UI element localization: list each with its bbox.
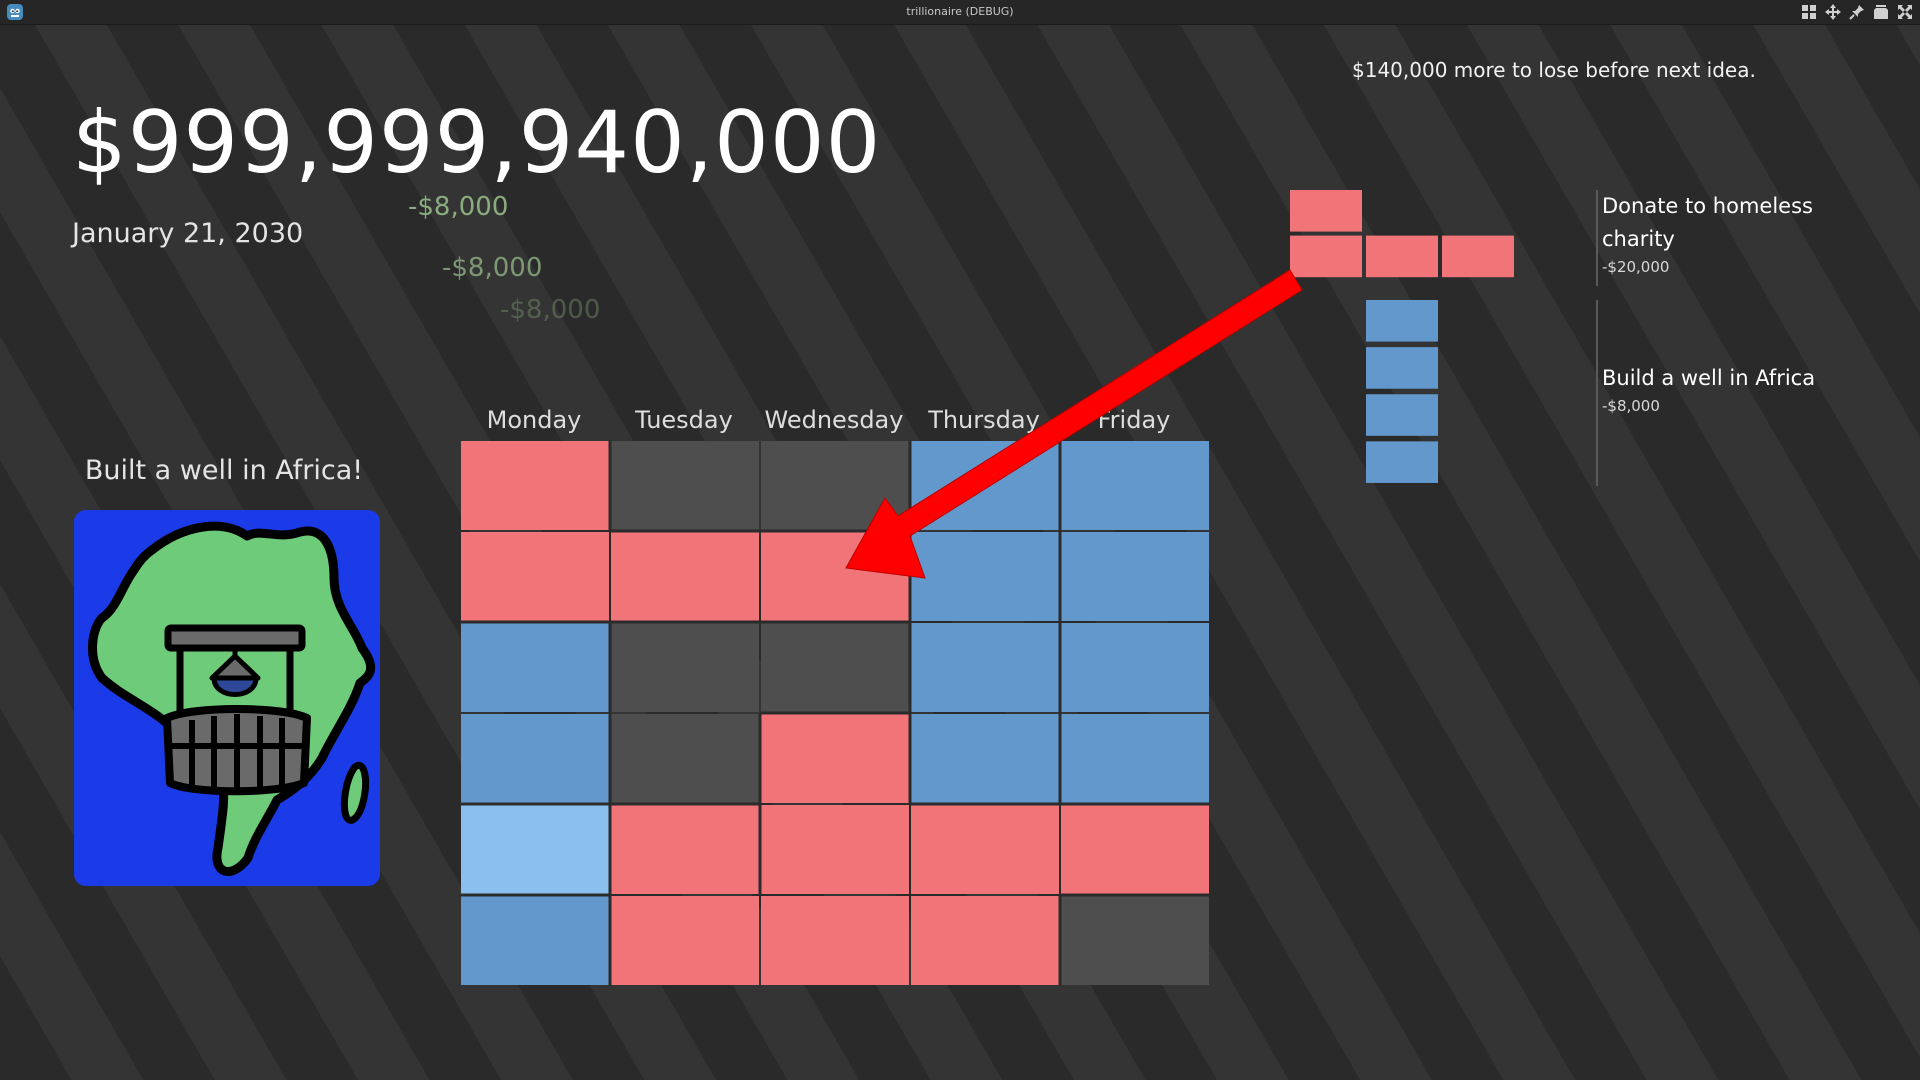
floating-loss: -$8,000 bbox=[500, 295, 601, 325]
title-bar: trillionaire (DEBUG) bbox=[0, 0, 1920, 25]
piece-block[interactable] bbox=[1366, 347, 1438, 389]
schedule-cell[interactable] bbox=[911, 441, 1059, 530]
schedule-cell[interactable] bbox=[1061, 805, 1209, 894]
piece-block[interactable] bbox=[1366, 441, 1438, 483]
layout-grid-icon[interactable] bbox=[1800, 3, 1818, 21]
schedule-cell[interactable] bbox=[761, 623, 909, 712]
option-name: Build a well in Africa bbox=[1602, 366, 1816, 390]
schedule-cell[interactable] bbox=[761, 714, 909, 803]
budget-display: $999,999,940,000 bbox=[72, 93, 882, 193]
schedule-cell[interactable] bbox=[611, 805, 759, 894]
schedule-grid[interactable] bbox=[460, 440, 1210, 988]
day-label-monday: Monday bbox=[486, 406, 582, 434]
move-window-icon[interactable] bbox=[1824, 3, 1842, 21]
schedule-cell[interactable] bbox=[461, 805, 609, 894]
schedule-cell[interactable] bbox=[911, 805, 1059, 894]
piece-block[interactable] bbox=[1442, 235, 1514, 278]
schedule-cell[interactable] bbox=[1061, 896, 1209, 985]
day-label-thursday: Thursday bbox=[928, 406, 1040, 434]
schedule-cell[interactable] bbox=[611, 441, 759, 530]
schedule-cell[interactable] bbox=[611, 623, 759, 712]
maximize-icon[interactable] bbox=[1872, 3, 1890, 21]
window-title: trillionaire (DEBUG) bbox=[906, 5, 1014, 18]
game-window: trillionaire (DEBUG) $999,999,940,000 Ja… bbox=[0, 0, 1920, 1080]
schedule-cell[interactable] bbox=[911, 896, 1059, 985]
floating-loss: -$8,000 bbox=[408, 192, 509, 222]
option-build-well-africa[interactable]: Build a well in Africa -$8,000 bbox=[1596, 300, 1862, 486]
option-donate-homeless-charity[interactable]: Donate to homeless charity -$20,000 bbox=[1596, 190, 1862, 286]
schedule-cell[interactable] bbox=[461, 896, 609, 985]
schedule-cell[interactable] bbox=[611, 896, 759, 985]
schedule-cell[interactable] bbox=[761, 896, 909, 985]
piece-block[interactable] bbox=[1366, 235, 1438, 278]
option-cost: -$20,000 bbox=[1602, 258, 1670, 276]
fullscreen-icon[interactable] bbox=[1896, 3, 1914, 21]
current-date: January 21, 2030 bbox=[72, 218, 304, 249]
schedule-cell[interactable] bbox=[1061, 714, 1209, 803]
schedule-cell[interactable] bbox=[911, 714, 1059, 803]
schedule-cell[interactable] bbox=[461, 623, 609, 712]
schedule-cell[interactable] bbox=[461, 441, 609, 530]
schedule-cell[interactable] bbox=[611, 714, 759, 803]
schedule-cell[interactable] bbox=[611, 532, 759, 621]
schedule-cell[interactable] bbox=[461, 714, 609, 803]
day-label-wednesday: Wednesday bbox=[764, 406, 904, 434]
piece-block[interactable] bbox=[1290, 190, 1362, 232]
day-label-tuesday: Tuesday bbox=[635, 406, 733, 434]
next-idea-status: $140,000 more to lose before next idea. bbox=[1352, 58, 1756, 82]
schedule-cell[interactable] bbox=[1061, 532, 1209, 621]
option-name: Donate to homeless charity bbox=[1602, 194, 1813, 251]
schedule-cell[interactable] bbox=[1061, 441, 1209, 530]
schedule-cell[interactable] bbox=[911, 623, 1059, 712]
africa-well-icon bbox=[74, 510, 380, 886]
piece-preview-area[interactable] bbox=[1290, 190, 1530, 490]
schedule-cell[interactable] bbox=[761, 441, 909, 530]
schedule-cell[interactable] bbox=[761, 532, 909, 621]
day-label-friday: Friday bbox=[1097, 406, 1171, 434]
piece-block[interactable] bbox=[1290, 235, 1362, 278]
option-cost: -$8,000 bbox=[1602, 397, 1660, 415]
schedule-cell[interactable] bbox=[1061, 623, 1209, 712]
result-caption: Built a well in Africa! bbox=[84, 455, 364, 486]
schedule-cell[interactable] bbox=[761, 805, 909, 894]
schedule-cell[interactable] bbox=[461, 532, 609, 621]
piece-block[interactable] bbox=[1366, 394, 1438, 436]
pin-icon[interactable] bbox=[1848, 3, 1866, 21]
window-controls bbox=[1800, 3, 1914, 21]
schedule-cell[interactable] bbox=[911, 532, 1059, 621]
piece-block[interactable] bbox=[1366, 300, 1438, 342]
floating-loss: -$8,000 bbox=[442, 253, 543, 283]
